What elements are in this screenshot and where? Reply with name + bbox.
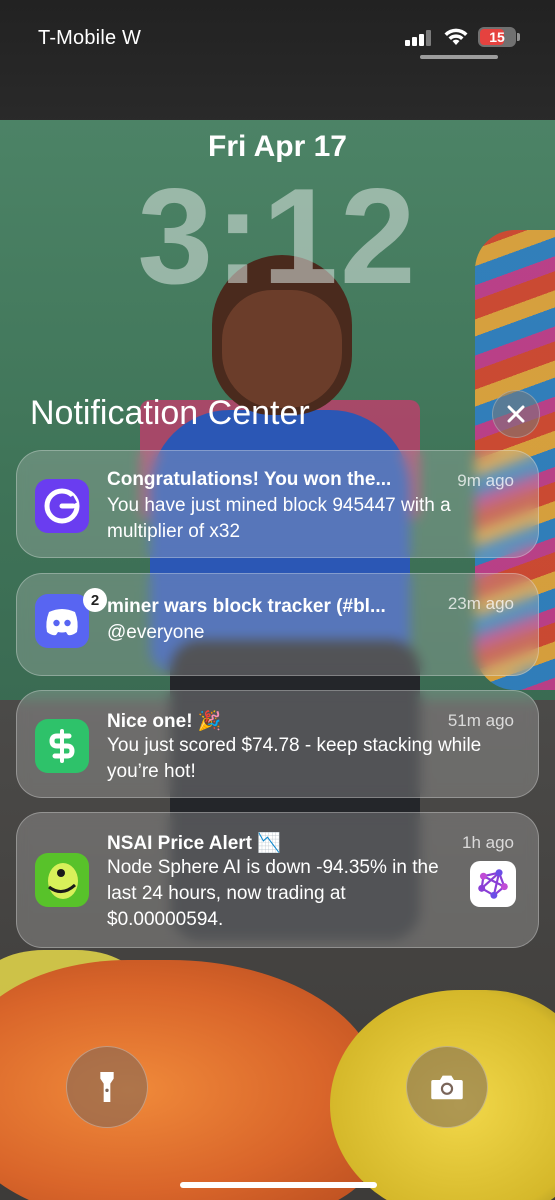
carrier-name: T-Mobile W	[38, 27, 142, 49]
lock-time: 3:12	[137, 160, 418, 312]
clear-notifications-button[interactable]	[492, 390, 540, 438]
notification-time: 23m ago	[447, 594, 514, 613]
notification-card[interactable]: Congratulations! You won the... 9m ago Y…	[16, 450, 539, 558]
notification-body: Node Sphere AI is down -94.35% in the la…	[107, 857, 439, 930]
notification-card[interactable]: NSAI Price Alert 📉 1h ago Node Sphere AI…	[16, 812, 539, 948]
flashlight-button[interactable]	[66, 1046, 148, 1128]
notification-title: NSAI Price Alert 📉	[107, 833, 281, 854]
node-sphere-logo-icon	[470, 861, 516, 907]
notification-body: You just scored $74.78 - keep stacking w…	[107, 735, 482, 782]
notification-body: @everyone	[107, 622, 205, 643]
notification-time: 1h ago	[462, 833, 514, 852]
wifi-icon	[444, 28, 468, 45]
notification-center-title: Notification Center	[30, 394, 310, 432]
notification-time: 51m ago	[447, 711, 514, 730]
notification-card[interactable]: Nice one! 🎉 51m ago You just scored $74.…	[16, 690, 539, 798]
price-alert-app-icon	[35, 853, 89, 907]
control-center-grabber[interactable]	[420, 55, 498, 59]
close-icon	[507, 405, 525, 423]
camera-icon	[431, 1075, 463, 1100]
lock-date: Fri Apr 17	[208, 130, 347, 163]
mining-app-icon	[35, 479, 89, 533]
cash-app-icon	[35, 719, 89, 773]
notification-title: Nice one! 🎉	[107, 711, 222, 732]
battery-level: 15	[489, 29, 505, 45]
notification-title: miner wars block tracker (#bl...	[107, 596, 386, 617]
notification-title: Congratulations! You won the...	[107, 469, 392, 490]
cellular-signal-icon	[405, 30, 433, 46]
notification-body: You have just mined block 945447 with a …	[107, 495, 451, 542]
notification-card[interactable]: 2 miner wars block tracker (#bl... 23m a…	[16, 573, 539, 676]
battery-icon: 15	[478, 27, 516, 47]
notification-time: 9m ago	[457, 471, 514, 490]
camera-button[interactable]	[406, 1046, 488, 1128]
status-bar: T-Mobile W 15	[0, 0, 555, 70]
discord-icon	[35, 594, 89, 648]
notification-count-badge: 2	[83, 588, 107, 612]
home-indicator[interactable]	[180, 1182, 377, 1188]
flashlight-icon	[100, 1072, 114, 1102]
